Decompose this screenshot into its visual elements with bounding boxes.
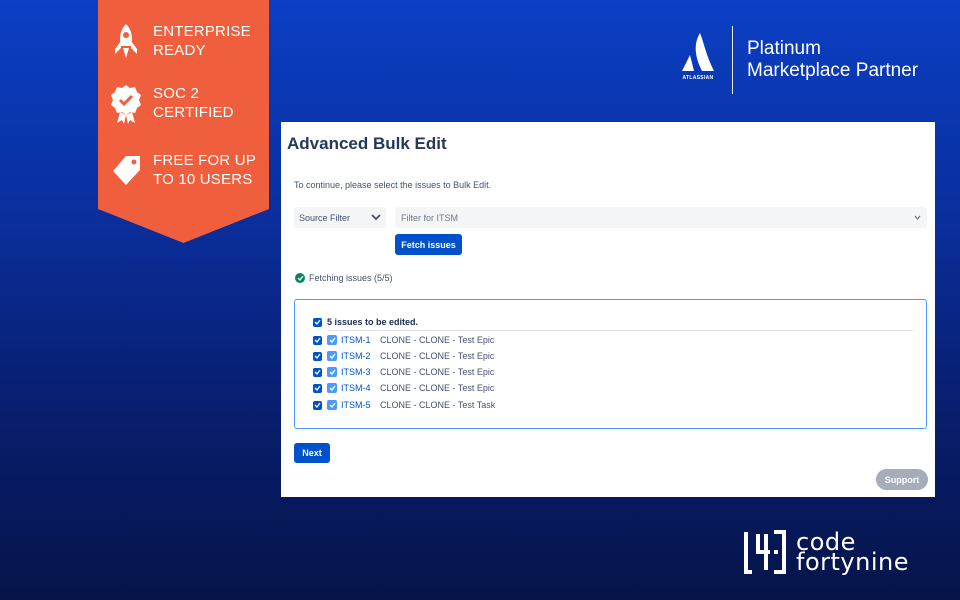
issue-row: ITSM-4 CLONE - CLONE - Test Epic bbox=[313, 383, 494, 393]
issue-row: ITSM-5 CLONE - CLONE - Test Task bbox=[313, 400, 495, 410]
issues-summary: 5 issues to be edited. bbox=[327, 317, 419, 327]
tag-icon bbox=[113, 156, 140, 185]
atlassian-wordmark: ATLASSIAN bbox=[682, 75, 714, 81]
issue-checkbox[interactable] bbox=[313, 351, 322, 361]
source-filter-select[interactable]: Source Filter bbox=[294, 207, 386, 228]
ribbon-item-label: ENTERPRISE READY bbox=[153, 23, 251, 59]
partner-badge: ATLASSIAN Platinum Marketplace Partner bbox=[676, 26, 918, 94]
ribbon-item-label: FREE FOR UP TO 10 USERS bbox=[153, 152, 256, 188]
issue-summary: CLONE - CLONE - Test Task bbox=[380, 400, 496, 410]
ribbon-item-enterprise: ENTERPRISE READY bbox=[110, 22, 263, 62]
issue-key-link[interactable]: ITSM-2 bbox=[341, 351, 380, 361]
page-title: Advanced Bulk Edit bbox=[287, 134, 447, 153]
issue-checkbox[interactable] bbox=[313, 335, 322, 345]
chevron-down-icon bbox=[914, 215, 921, 220]
itsm-filter-value: Filter for ITSM bbox=[401, 212, 459, 223]
brand-line2: fortynine bbox=[796, 548, 909, 576]
codefortynine-logo-icon bbox=[744, 530, 786, 574]
certified-badge-icon bbox=[111, 85, 141, 124]
issue-row: ITSM-3 CLONE - CLONE - Test Epic bbox=[313, 367, 494, 377]
issue-key-link[interactable]: ITSM-3 bbox=[341, 367, 380, 377]
fetch-status: Fetching issues (5/5) bbox=[295, 273, 393, 283]
select-all-row: 5 issues to be edited. bbox=[313, 317, 418, 327]
codefortynine-logo: code fortynine bbox=[742, 528, 909, 576]
ribbon-item-free: FREE FOR UP TO 10 USERS bbox=[110, 151, 263, 191]
ribbon-item-soc2: SOC 2 CERTIFIED bbox=[110, 84, 263, 124]
issue-type-icon bbox=[327, 400, 337, 410]
issue-type-icon bbox=[327, 367, 337, 377]
partner-divider bbox=[732, 26, 733, 94]
partner-text: Platinum Marketplace Partner bbox=[747, 38, 918, 82]
bulk-edit-panel: Advanced Bulk Edit To continue, please s… bbox=[281, 122, 935, 497]
itsm-filter-select[interactable]: Filter for ITSM bbox=[395, 207, 927, 228]
feature-ribbon: ENTERPRISE READY SOC 2 CERTIFIED FREE FO… bbox=[98, 0, 269, 243]
issue-row: ITSM-1 CLONE - CLONE - Test Epic bbox=[313, 335, 494, 345]
atlassian-logo-icon bbox=[682, 33, 714, 71]
issue-summary: CLONE - CLONE - Test Epic bbox=[380, 351, 495, 361]
issue-row: ITSM-2 CLONE - CLONE - Test Epic bbox=[313, 351, 494, 361]
issue-type-icon bbox=[327, 351, 337, 361]
issue-key-link[interactable]: ITSM-4 bbox=[341, 383, 380, 393]
issue-checkbox[interactable] bbox=[313, 367, 322, 377]
issue-summary: CLONE - CLONE - Test Epic bbox=[380, 367, 495, 377]
chevron-down-icon bbox=[371, 214, 381, 221]
issue-key-link[interactable]: ITSM-1 bbox=[341, 335, 380, 345]
atlassian-logo: ATLASSIAN bbox=[676, 31, 720, 89]
issue-type-icon bbox=[327, 383, 337, 393]
codefortynine-wordmark: code fortynine bbox=[796, 530, 909, 576]
fetch-issues-button[interactable]: Fetch issues bbox=[395, 234, 462, 255]
issue-type-icon bbox=[327, 335, 337, 345]
partner-line1: Platinum bbox=[747, 38, 821, 59]
partner-line2: Marketplace Partner bbox=[747, 60, 919, 81]
rocket-icon bbox=[115, 24, 137, 58]
issue-summary: CLONE - CLONE - Test Epic bbox=[380, 383, 495, 393]
select-all-checkbox[interactable] bbox=[313, 317, 322, 327]
issue-summary: CLONE - CLONE - Test Epic bbox=[380, 335, 495, 345]
issue-checkbox[interactable] bbox=[313, 383, 322, 393]
divider bbox=[328, 330, 913, 331]
support-button[interactable]: Support bbox=[876, 469, 928, 490]
success-check-icon bbox=[295, 273, 305, 283]
next-button[interactable]: Next bbox=[294, 443, 330, 463]
issue-checkbox[interactable] bbox=[313, 400, 322, 410]
fetch-status-text: Fetching issues (5/5) bbox=[309, 273, 393, 283]
issues-list: 5 issues to be edited. ITSM-1 CLONE - CL… bbox=[294, 299, 927, 429]
instruction-text: To continue, please select the issues to… bbox=[294, 180, 492, 190]
issue-key-link[interactable]: ITSM-5 bbox=[341, 400, 380, 410]
ribbon-item-label: SOC 2 CERTIFIED bbox=[153, 85, 234, 121]
source-filter-value: Source Filter bbox=[299, 212, 351, 223]
